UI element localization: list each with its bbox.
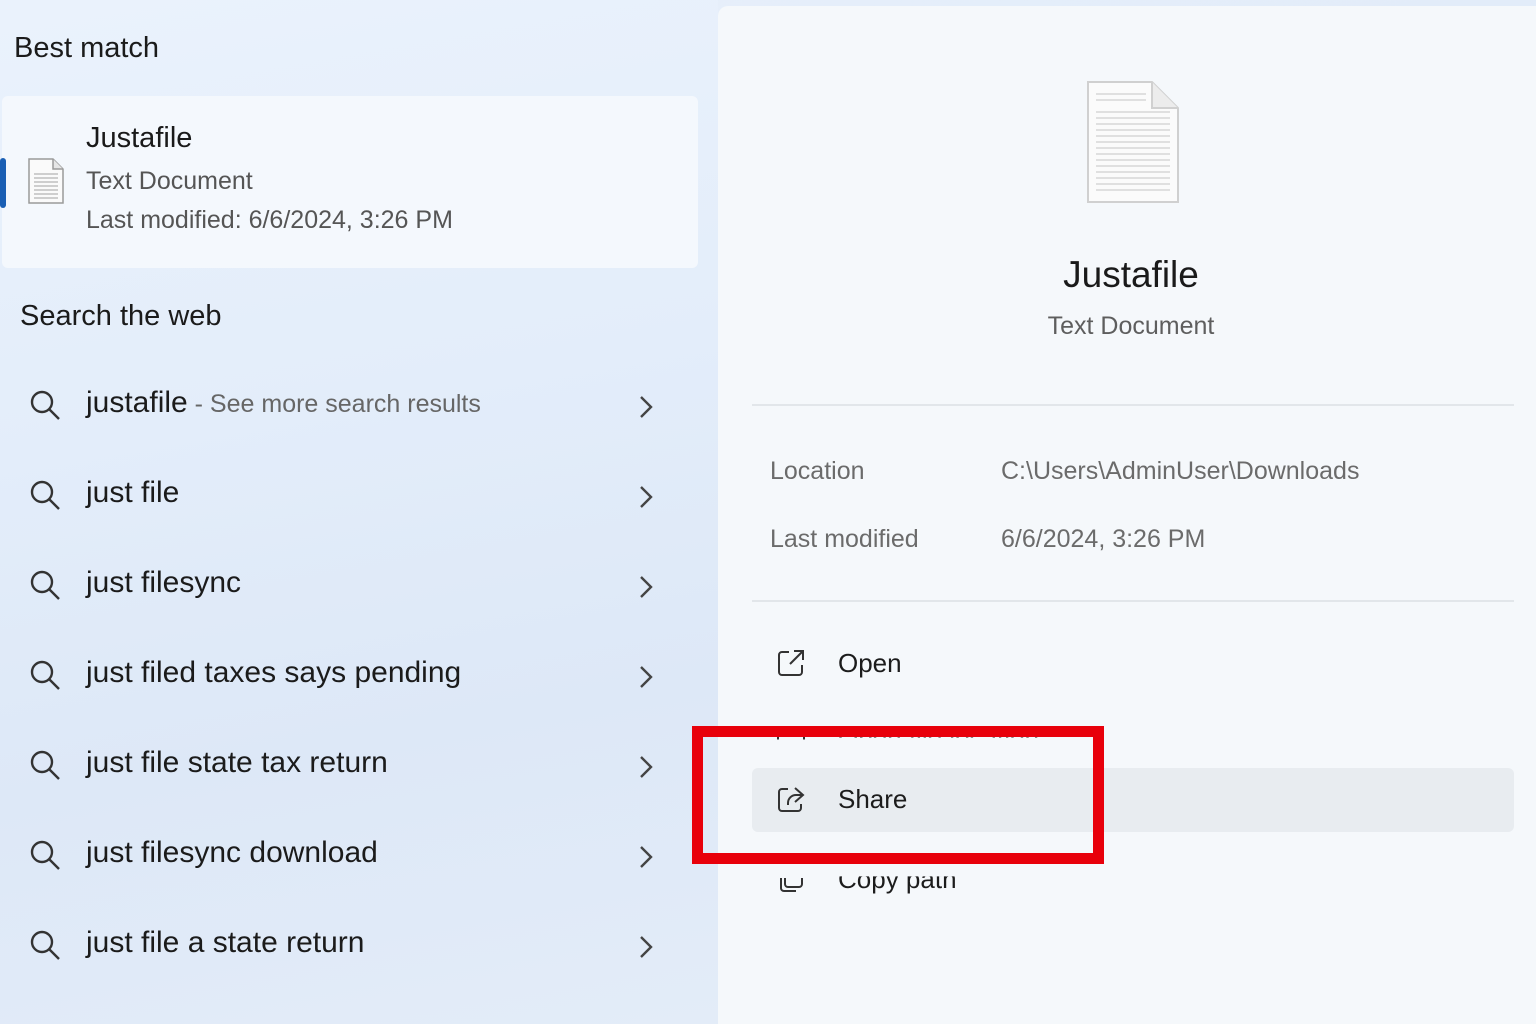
search-icon <box>28 748 62 787</box>
web-result-item[interactable]: just file a state return <box>0 906 700 986</box>
best-match-type: Text Document <box>86 167 253 195</box>
web-result-label: just filesync <box>86 566 241 600</box>
web-result-query: just file state tax return <box>86 746 388 779</box>
chevron-right-icon <box>636 392 656 427</box>
web-result-item[interactable]: just filed taxes says pending <box>0 636 700 716</box>
web-result-item[interactable]: just file <box>0 456 700 536</box>
preview-title: Justafile <box>1063 254 1199 295</box>
copy-path-label: Copy path <box>838 864 957 894</box>
web-result-label: just file a state return <box>86 926 364 960</box>
search-icon <box>28 928 62 967</box>
open-button[interactable]: Open <box>752 632 1514 696</box>
chevron-right-icon <box>636 752 656 787</box>
web-result-label: just file state tax return <box>86 746 388 780</box>
web-result-suffix: - See more search results <box>187 390 481 418</box>
last-modified-value: 6/6/2024, 3:26 PM <box>1001 525 1206 553</box>
web-result-query: just file a state return <box>86 926 365 959</box>
divider <box>752 404 1514 406</box>
web-result-item[interactable]: just file state tax return <box>0 726 700 806</box>
web-result-query: just filesync <box>86 566 242 599</box>
web-result-label: just filed taxes says pending <box>86 656 461 690</box>
best-match-name: Justafile <box>86 122 193 154</box>
search-icon <box>28 658 62 697</box>
search-results-panel: Best match Justafile Text Document Last … <box>0 0 718 1024</box>
web-result-item[interactable]: just filesync <box>0 546 700 626</box>
search-icon <box>28 568 62 607</box>
divider <box>752 600 1514 602</box>
search-icon <box>28 838 62 877</box>
search-web-heading: Search the web <box>20 300 222 332</box>
web-result-item[interactable]: justafile - See more search results <box>0 366 700 446</box>
web-result-query: just filed taxes says pending <box>86 656 462 689</box>
location-value: C:\Users\AdminUser\Downloads <box>1001 457 1360 485</box>
selection-indicator <box>0 158 6 208</box>
best-match-modified: Last modified: 6/6/2024, 3:26 PM <box>86 206 453 234</box>
highlight-annotation-box <box>692 726 1104 864</box>
best-match-heading: Best match <box>14 32 160 64</box>
chevron-right-icon <box>636 482 656 517</box>
web-result-label: just file <box>86 476 179 510</box>
location-label: Location <box>770 457 865 485</box>
web-result-query: just file <box>86 476 180 509</box>
text-file-icon <box>28 158 64 209</box>
copy-icon <box>776 878 806 899</box>
web-result-label: justafile - See more search results <box>86 386 481 420</box>
search-icon <box>28 388 62 427</box>
chevron-right-icon <box>636 932 656 967</box>
web-result-query: just filesync download <box>86 836 378 869</box>
web-result-query: justafile <box>86 386 188 419</box>
text-file-icon <box>1086 80 1180 209</box>
chevron-right-icon <box>636 662 656 697</box>
last-modified-label: Last modified <box>770 525 919 553</box>
web-result-item[interactable]: just filesync download <box>0 816 700 896</box>
open-external-icon <box>776 648 806 683</box>
chevron-right-icon <box>636 842 656 877</box>
web-result-label: just filesync download <box>86 836 378 870</box>
preview-subtitle: Text Document <box>1047 312 1215 340</box>
preview-panel: Justafile Text Document Location C:\User… <box>718 6 1536 1024</box>
open-label: Open <box>838 648 902 678</box>
search-icon <box>28 478 62 517</box>
chevron-right-icon <box>636 572 656 607</box>
